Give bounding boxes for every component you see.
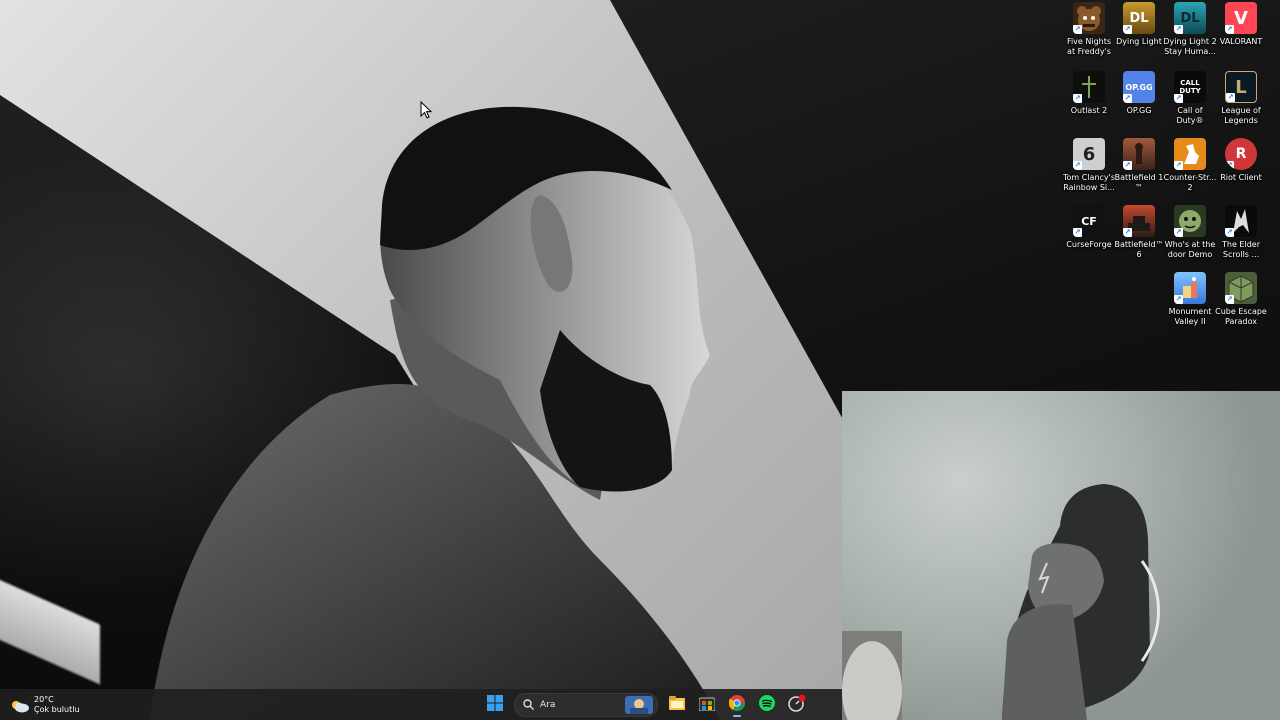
taskbar-store[interactable] (695, 693, 719, 717)
desktop-icon-riot-client[interactable]: R ↗ Riot Client (1216, 138, 1266, 202)
taskbar-spotify[interactable] (755, 693, 779, 717)
desktop-icon-monument-valley[interactable]: ↗ Monument Valley II (1165, 272, 1215, 336)
counter-strike-icon: ↗ (1174, 138, 1206, 170)
league-icon: L ↗ (1225, 71, 1257, 103)
valorant-icon: V ↗ (1225, 2, 1257, 34)
riot-icon-text: R (1235, 146, 1247, 162)
desktop-icon-call-of-duty[interactable]: CALL DUTY ↗ Call of Duty® (1165, 71, 1215, 135)
taskbar-chrome[interactable] (725, 693, 749, 717)
desktop-icon-label: CurseForge (1066, 240, 1112, 249)
desktop-icon-label: Cube Escape Paradox (1215, 307, 1267, 326)
league-icon-text: L (1235, 76, 1247, 98)
search-highlight-icon (625, 695, 653, 714)
dying-light-2-icon: DL ↗ (1174, 2, 1206, 34)
fnaf-icon: ↗ (1073, 2, 1105, 34)
taskbar: 20°C Çok bulutlu Ara (0, 689, 842, 720)
desktop-icon-rainbow-six[interactable]: 6 ↗ Tom Clancy's Rainbow Si... (1062, 138, 1116, 202)
dying-light-icon-text: DL (1129, 10, 1149, 26)
windows-start-icon (487, 694, 503, 715)
desktop-icon-label: Battlefield™ 6 (1114, 240, 1164, 259)
desktop-icon-label: League of Legends (1221, 106, 1261, 125)
weather-condition: Çok bulutlu (34, 705, 80, 714)
desktop-icon-battlefield-6[interactable]: ↗ Battlefield™ 6 (1114, 205, 1164, 269)
webcam-scene (842, 484, 1160, 720)
outlast-icon: ↗ (1073, 71, 1105, 103)
desktop-icon-label: Tom Clancy's Rainbow Si... (1062, 173, 1116, 192)
folder-icon (669, 695, 685, 714)
desktop-icon-battlefield-1[interactable]: ↗ Battlefield 1 ™ (1114, 138, 1164, 202)
desktop-icon-label: The Elder Scrolls ... (1222, 240, 1260, 259)
opgg-icon: OP.GG ↗ (1123, 71, 1155, 103)
desktop-icon-label: Monument Valley II (1168, 307, 1212, 326)
weather-temperature: 20°C (34, 695, 54, 704)
app-notification-icon (788, 694, 806, 716)
battlefield-6-icon: ↗ (1123, 205, 1155, 237)
desktop-icon-label: Call of Duty® (1176, 106, 1204, 125)
taskbar-search-box[interactable]: Ara (514, 692, 658, 717)
cube-escape-icon: ↗ (1225, 272, 1257, 304)
desktop-icon-label: OP.GG (1126, 106, 1152, 115)
desktop-icon-counter-strike[interactable]: ↗ Counter-Str... 2 (1163, 138, 1217, 202)
taskbar-file-explorer[interactable] (665, 693, 689, 717)
curseforge-icon-text: CF (1081, 214, 1097, 228)
desktop-icon-league[interactable]: L ↗ League of Legends (1216, 71, 1266, 135)
cod-icon-text: CALL DUTY (1179, 79, 1201, 95)
desktop-icon-curseforge[interactable]: CF ↗ CurseForge (1064, 205, 1114, 269)
desktop-icon-elder-scrolls[interactable]: ↗ The Elder Scrolls ... (1216, 205, 1266, 269)
taskbar-center: Ara (480, 689, 812, 720)
r6-icon-text: 6 (1082, 143, 1096, 165)
dying-light-2-icon-text: DL (1180, 10, 1200, 26)
opgg-icon-text: OP.GG (1125, 82, 1153, 92)
spotify-icon (759, 694, 775, 715)
battlefield-1-icon: ↗ (1123, 138, 1155, 170)
elder-scrolls-icon: ↗ (1225, 205, 1257, 237)
desktop-icon-dying-light-2[interactable]: DL ↗ Dying Light 2 Stay Huma... (1163, 2, 1217, 66)
monument-valley-icon: ↗ (1174, 272, 1206, 304)
desktop-icon-cube-escape[interactable]: ↗ Cube Escape Paradox (1215, 272, 1267, 336)
desktop-icon-label: Outlast 2 (1070, 106, 1108, 115)
desktop-icon-label: Five Nights at Freddy's (1066, 37, 1112, 56)
start-button[interactable] (483, 693, 507, 717)
chrome-icon (728, 694, 745, 715)
store-icon (698, 695, 716, 715)
desktop-icon-label: Who's at the door Demo (1164, 240, 1216, 259)
desktop-icon-outlast-2[interactable]: ↗ Outlast 2 (1064, 71, 1114, 135)
call-of-duty-icon: CALL DUTY ↗ (1174, 71, 1206, 103)
desktop-icon-label: Battlefield 1 ™ (1114, 173, 1164, 192)
mouse-cursor (420, 101, 432, 119)
desktop-icon-fnaf[interactable]: ↗ Five Nights at Freddy's (1064, 2, 1114, 66)
desktop-icon-dying-light[interactable]: DL ↗ Dying Light (1114, 2, 1164, 66)
dying-light-icon: DL ↗ (1123, 2, 1155, 34)
desktop-icon-label: VALORANT (1219, 37, 1263, 46)
whos-at-door-icon: ↗ (1174, 205, 1206, 237)
desktop-icon-label: Dying Light (1116, 37, 1162, 46)
desktop-icon-opgg[interactable]: OP.GG ↗ OP.GG (1114, 71, 1164, 135)
desktop-icon-label: Counter-Str... 2 (1163, 173, 1217, 192)
search-placeholder: Ara (540, 699, 556, 710)
desktop-icon-grid: ↗ Five Nights at Freddy's DL ↗ Dying Ligh… (1062, 2, 1280, 342)
desktop-icon-valorant[interactable]: V ↗ VALORANT (1216, 2, 1266, 66)
desktop-icon-whos-at-the-door[interactable]: ↗ Who's at the door Demo (1165, 205, 1215, 269)
valorant-icon-text: V (1234, 7, 1248, 29)
cloud-icon (10, 698, 30, 713)
desktop-icon-label: Riot Client (1220, 173, 1262, 182)
taskbar-app-with-notification[interactable] (785, 693, 809, 717)
search-icon (523, 695, 534, 714)
curseforge-icon: CF ↗ (1073, 205, 1105, 237)
riot-client-icon: R ↗ (1225, 138, 1257, 170)
desktop-icon-label: Dying Light 2 Stay Huma... (1163, 37, 1217, 56)
weather-widget[interactable]: 20°C Çok bulutlu (10, 693, 80, 717)
webcam-overlay (842, 391, 1280, 720)
rainbow-six-icon: 6 ↗ (1073, 138, 1105, 170)
